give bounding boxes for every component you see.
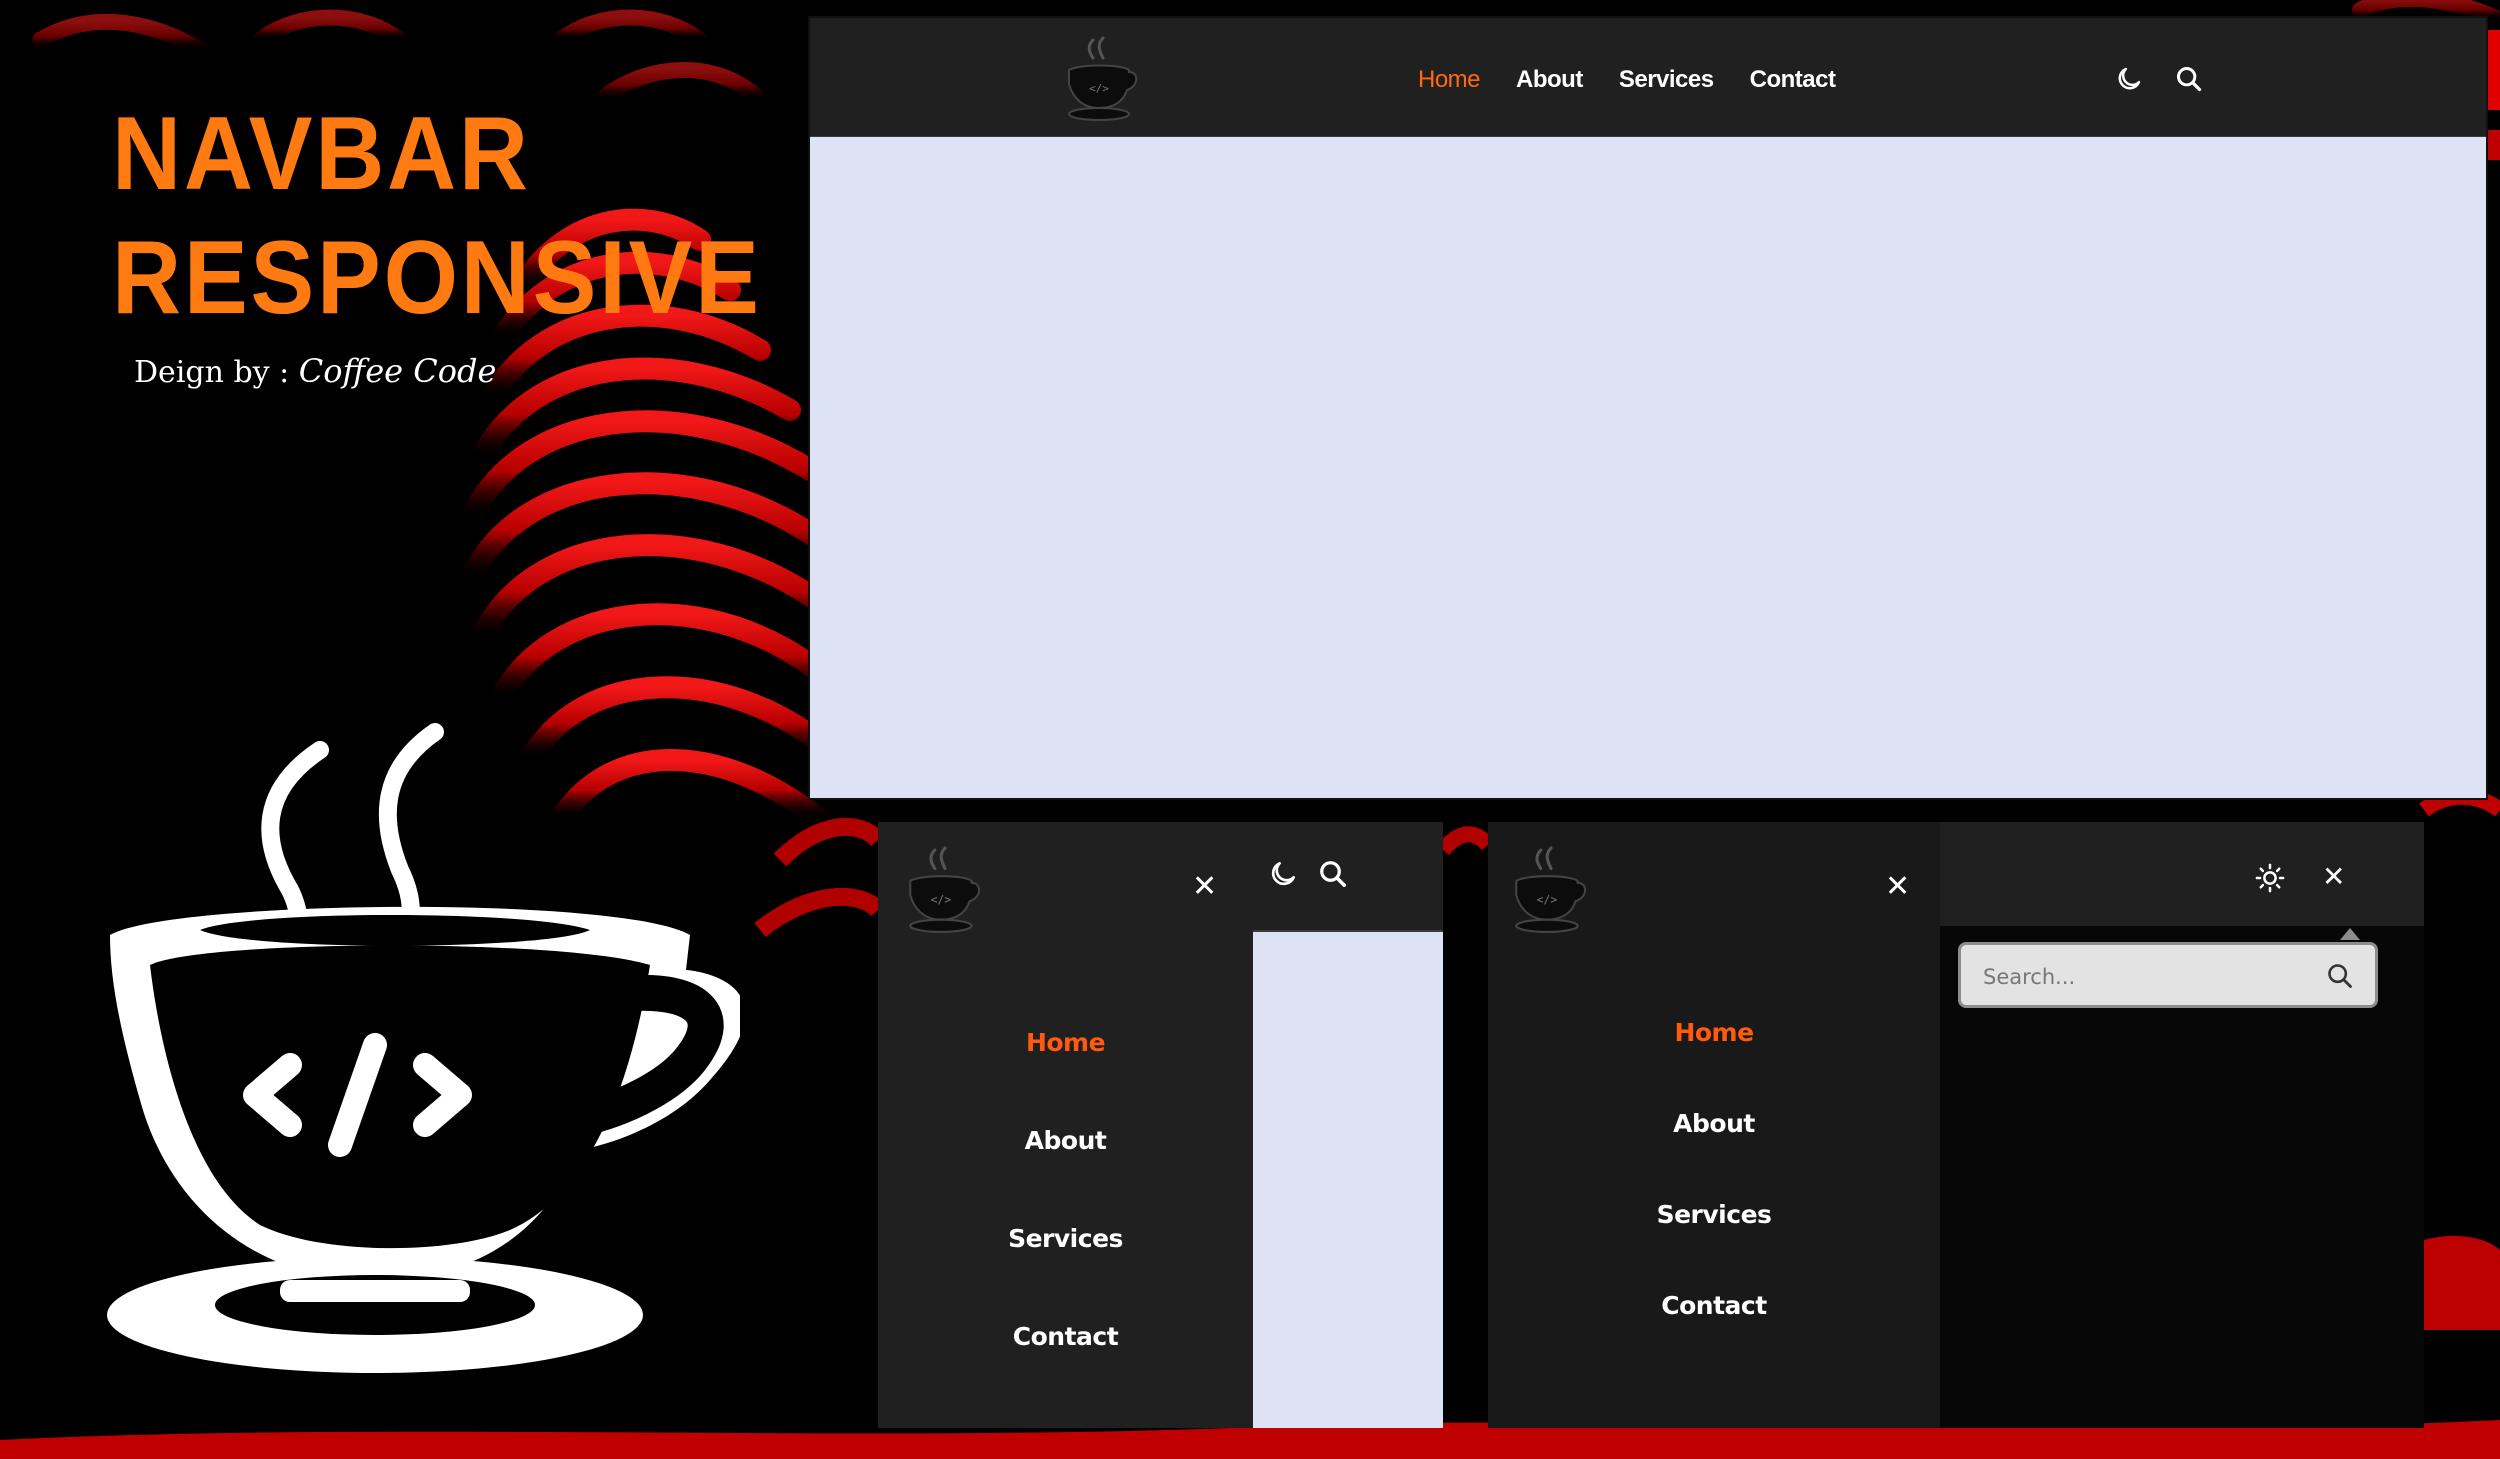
mobile-topbar xyxy=(1253,822,1443,932)
hero-title-line2: RESPONSIVE xyxy=(112,220,762,336)
sun-icon[interactable] xyxy=(2252,860,2288,896)
search-box-pointer xyxy=(2340,928,2360,940)
mobile-nav-links: Home About Services Contact xyxy=(878,1028,1253,1351)
nav-link-home[interactable]: Home xyxy=(1026,1028,1106,1057)
svg-text:</>: </> xyxy=(1537,893,1558,906)
moon-icon[interactable] xyxy=(2112,62,2146,96)
nav-link-services[interactable]: Services xyxy=(1657,1200,1772,1229)
nav-link-contact[interactable]: Contact xyxy=(1661,1291,1767,1320)
svg-text:</>: </> xyxy=(1089,82,1109,95)
moon-icon[interactable] xyxy=(1265,856,1301,892)
close-icon[interactable]: ✕ xyxy=(1192,872,1217,902)
credit-brand: Coffee Code xyxy=(298,352,497,390)
close-icon[interactable]: ✕ xyxy=(1885,872,1910,902)
search-icon[interactable] xyxy=(1315,856,1351,892)
nav-link-contact[interactable]: Contact xyxy=(1013,1322,1119,1351)
hero-title-line1: NAVBAR xyxy=(112,96,531,212)
nav-link-about[interactable]: About xyxy=(1673,1109,1755,1138)
mobile-topbar: ✕ xyxy=(1940,822,2424,926)
nav-link-contact[interactable]: Contact xyxy=(1750,66,1836,94)
mobile-preview-search-open: ✕ </> ✕ Home About Services Contact xyxy=(1488,822,2424,1428)
coffee-code-logo[interactable]: </> xyxy=(904,846,982,934)
nav-link-about[interactable]: About xyxy=(1025,1126,1107,1155)
nav-link-services[interactable]: Services xyxy=(1619,66,1714,94)
mobile-preview-menu-open: </> ✕ Home About Services Contact xyxy=(878,822,1443,1428)
desktop-navbar: </> Home About Services Contact xyxy=(810,18,2486,137)
coffee-code-logo[interactable]: </> xyxy=(1510,846,1588,934)
mobile-nav-drawer: </> ✕ Home About Services Contact xyxy=(1488,822,1940,1428)
close-search-icon[interactable]: ✕ xyxy=(2322,863,2345,891)
desktop-preview: </> Home About Services Contact xyxy=(810,18,2486,798)
coffee-code-logo-large xyxy=(107,723,740,1373)
mobile-nav-drawer: </> ✕ Home About Services Contact xyxy=(878,822,1253,1428)
nav-link-services[interactable]: Services xyxy=(1008,1224,1123,1253)
search-box xyxy=(1958,942,2378,1008)
svg-text:</>: </> xyxy=(931,893,952,906)
search-icon[interactable] xyxy=(2172,62,2206,96)
desktop-nav-links: Home About Services Contact xyxy=(1418,66,1836,94)
nav-link-about[interactable]: About xyxy=(1516,66,1583,94)
nav-link-home[interactable]: Home xyxy=(1418,66,1481,94)
credit-prefix: Deign by : xyxy=(134,355,299,390)
mobile-nav-links: Home About Services Contact xyxy=(1488,1018,1940,1320)
hero-title: NAVBAR RESPONSIVE xyxy=(112,92,762,340)
coffee-code-logo[interactable]: </> xyxy=(1063,36,1139,122)
hero-credit: Deign by : Coffee Code xyxy=(134,352,496,390)
nav-link-home[interactable]: Home xyxy=(1674,1018,1754,1047)
search-input[interactable] xyxy=(1981,957,2305,997)
search-icon[interactable] xyxy=(2323,959,2357,993)
